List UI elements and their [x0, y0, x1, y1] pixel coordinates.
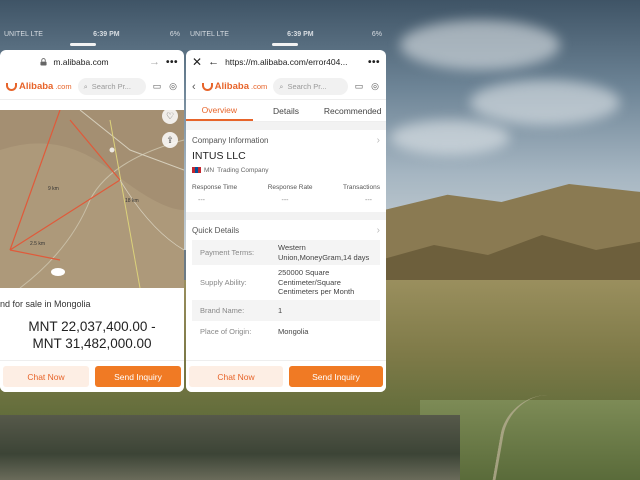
status-bar-left: UNITEL LTE 6:39 PM 6%: [0, 28, 184, 40]
company-name[interactable]: INTUS LLC: [186, 150, 386, 164]
quick-details-list: Payment Terms: Western Union,MoneyGram,1…: [186, 240, 386, 343]
company-type-row: MN Trading Company: [186, 164, 386, 176]
detail-label: Place of Origin:: [200, 327, 252, 337]
alibaba-logo[interactable]: Alibaba .com: [6, 81, 72, 92]
map-svg: 9 km 2.5 km 18 km: [0, 110, 184, 288]
alibaba-header: ‹ Alibaba .com ⌕ Search Pr... ▭ ◎: [186, 74, 386, 100]
cloud: [470, 80, 620, 125]
home-indicator: [70, 43, 96, 46]
alibaba-logo-icon: [6, 82, 17, 91]
carrier-label: UNITEL LTE: [190, 30, 229, 38]
response-time-label: Response Time: [192, 183, 238, 191]
more-icon[interactable]: •••: [368, 57, 380, 68]
chat-now-button[interactable]: Chat Now: [189, 366, 283, 387]
transactions-value: ---: [365, 196, 372, 204]
section-title: Quick Details: [192, 225, 240, 235]
search-icon: ⌕: [83, 81, 88, 91]
price-line: MNT 22,037,400.00 -: [28, 319, 156, 334]
status-bar-right: UNITEL LTE 6:39 PM 6%: [186, 28, 386, 40]
account-icon[interactable]: ◎: [168, 81, 178, 92]
action-footer: Chat Now Send Inquiry: [0, 360, 184, 392]
detail-value: 250000 Square Centimeter/Square Centimet…: [278, 268, 355, 296]
flag-icon: [192, 167, 201, 173]
alibaba-logo-icon: [201, 82, 213, 91]
section-title: Company Information: [192, 135, 269, 145]
detail-label: Payment Terms:: [200, 248, 255, 257]
forward-icon[interactable]: →: [149, 56, 160, 68]
close-icon[interactable]: ✕: [192, 55, 202, 69]
address-bar[interactable]: m.alibaba.com → •••: [0, 50, 184, 74]
stats-values: --- --- ---: [186, 194, 386, 206]
alibaba-header: Alibaba .com ⌕ Search Pr... ▭ ◎: [0, 74, 184, 100]
browser-window-left: m.alibaba.com → ••• Alibaba .com ⌕ Search…: [0, 50, 184, 392]
product-title: nd for sale in Mongolia: [0, 299, 91, 309]
detail-label: Supply Ability:: [200, 277, 247, 287]
search-input[interactable]: ⌕ Search Pr...: [273, 78, 348, 95]
message-icon[interactable]: ▭: [354, 81, 364, 92]
tab-details[interactable]: Details: [253, 100, 320, 121]
response-rate-value: ---: [281, 196, 289, 204]
detail-row-place-of-origin: Place of Origin: Mongolia: [192, 321, 380, 343]
clock: 6:39 PM: [93, 30, 120, 38]
share-icon[interactable]: ⇪: [162, 132, 178, 148]
alibaba-logo[interactable]: Alibaba .com: [201, 81, 267, 92]
battery-label: 6%: [371, 30, 382, 38]
company-info-header[interactable]: Company Information ›: [186, 130, 386, 150]
chevron-right-icon: ›: [376, 224, 380, 236]
more-icon[interactable]: •••: [166, 57, 178, 68]
cloud: [400, 20, 560, 70]
detail-value: Mongolia: [278, 327, 309, 336]
search-placeholder: Search Pr...: [287, 82, 327, 91]
divider: [186, 212, 386, 220]
battery-label: 6%: [169, 30, 180, 38]
detail-row-payment-terms: Payment Terms: Western Union,MoneyGram,1…: [192, 240, 380, 265]
detail-value: Western Union,MoneyGram,14 days: [278, 243, 370, 262]
map-label: 18 km: [125, 198, 139, 204]
url-text: https://m.alibaba.com/error404...: [225, 57, 348, 67]
map-label: 9 km: [48, 186, 59, 192]
heart-icon[interactable]: ♡: [162, 108, 178, 124]
map-label: 2.5 km: [30, 241, 45, 247]
search-icon: ⌕: [279, 81, 284, 91]
action-footer: Chat Now Send Inquiry: [186, 360, 386, 392]
quick-details-header[interactable]: Quick Details ›: [186, 220, 386, 240]
carrier-label: UNITEL LTE: [4, 30, 43, 38]
company-type: Trading Company: [217, 166, 269, 174]
stats-header: Response Time Response Rate Transactions: [186, 180, 386, 194]
price-range: MNT 22,037,400.00 - MNT 31,482,000.00: [0, 318, 184, 352]
divider: [186, 122, 386, 130]
back-icon[interactable]: ←: [208, 56, 219, 68]
price-line: MNT 31,482,000.00: [32, 336, 152, 351]
tab-recommended[interactable]: Recommended: [319, 100, 386, 121]
chevron-right-icon: ›: [376, 134, 380, 146]
search-input[interactable]: ⌕ Search Pr...: [77, 78, 146, 95]
address-bar[interactable]: ✕ ← https://m.alibaba.com/error404... ••…: [186, 50, 386, 74]
detail-row-brand-name: Brand Name: 1: [192, 299, 380, 321]
lake: [0, 415, 460, 480]
clock: 6:39 PM: [287, 30, 314, 38]
send-inquiry-button[interactable]: Send Inquiry: [289, 366, 383, 387]
chat-now-button[interactable]: Chat Now: [3, 366, 89, 387]
url-text: m.alibaba.com: [53, 57, 109, 67]
detail-label: Brand Name:: [200, 305, 245, 315]
message-icon[interactable]: ▭: [152, 81, 162, 92]
chevron-left-icon[interactable]: ‹: [192, 81, 196, 93]
detail-value: 1: [278, 305, 283, 315]
response-time-value: ---: [198, 196, 205, 204]
country-code: MN: [204, 166, 215, 174]
send-inquiry-button[interactable]: Send Inquiry: [95, 366, 181, 387]
search-placeholder: Search Pr...: [91, 82, 131, 91]
cloud: [390, 120, 510, 155]
account-icon[interactable]: ◎: [370, 81, 380, 92]
browser-window-right: ✕ ← https://m.alibaba.com/error404... ••…: [186, 50, 386, 392]
tab-overview[interactable]: Overview: [186, 100, 253, 121]
tab-bar: Overview Details Recommended: [186, 100, 386, 122]
home-indicator: [272, 43, 298, 46]
lock-icon: [40, 58, 47, 66]
response-rate-label: Response Rate: [267, 183, 313, 191]
transactions-label: Transactions: [343, 183, 380, 191]
detail-row-supply-ability: Supply Ability: 250000 Square Centimeter…: [192, 265, 380, 300]
product-image-map[interactable]: 9 km 2.5 km 18 km: [0, 110, 184, 288]
